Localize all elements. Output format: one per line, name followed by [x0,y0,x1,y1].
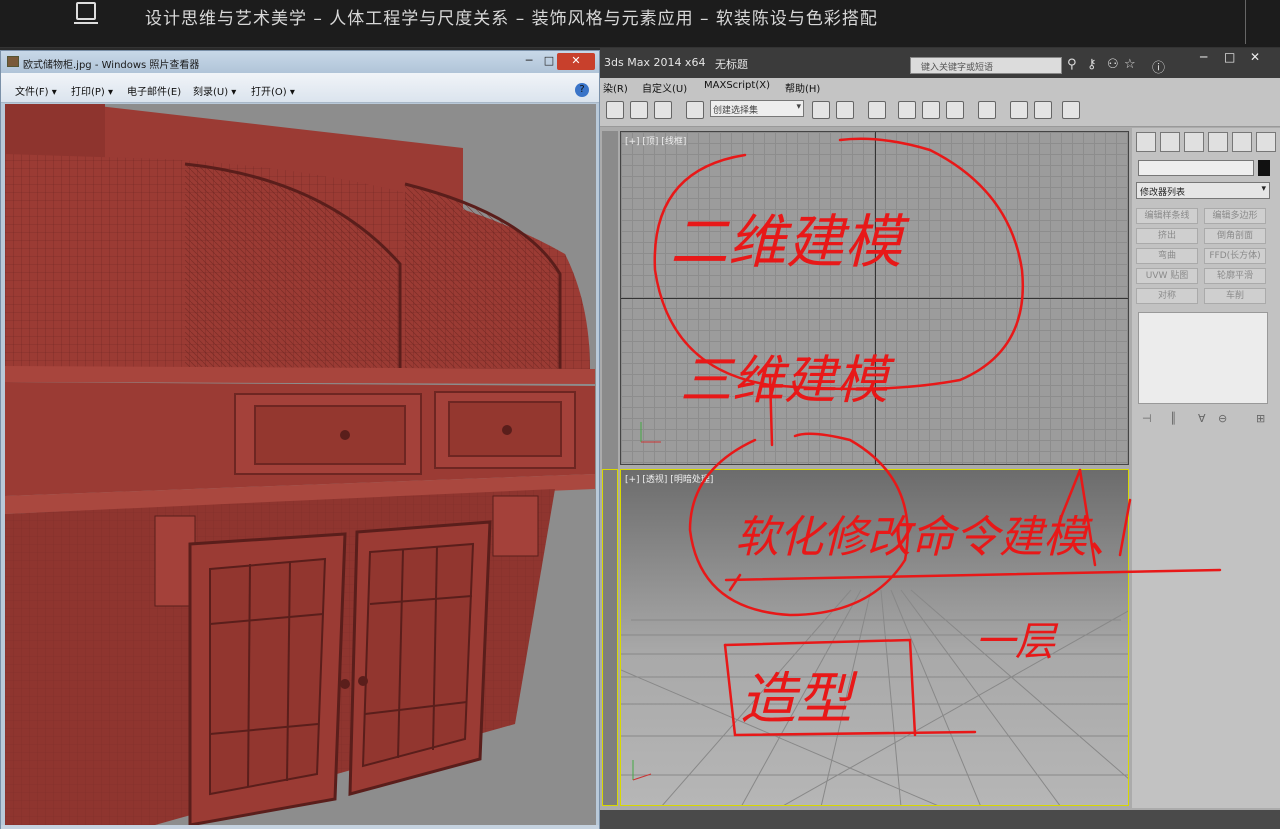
note-3d-modeling: 三维建模 [680,351,895,411]
note-2d-modeling: 二维建模 [670,208,910,276]
note-shape: 造型 [740,667,858,732]
note-soft-modify: 软化修改命令建模、 [735,512,1131,563]
note-layer: 一层 [975,619,1059,665]
screen: 设计思维与艺术美学 – 人体工程学与尺度关系 – 装饰风格与元素应用 – 软装陈… [0,0,1280,829]
handwriting-overlay: 二维建模 三维建模 软化修改命令建模、 造型 一层 [653,137,1222,737]
